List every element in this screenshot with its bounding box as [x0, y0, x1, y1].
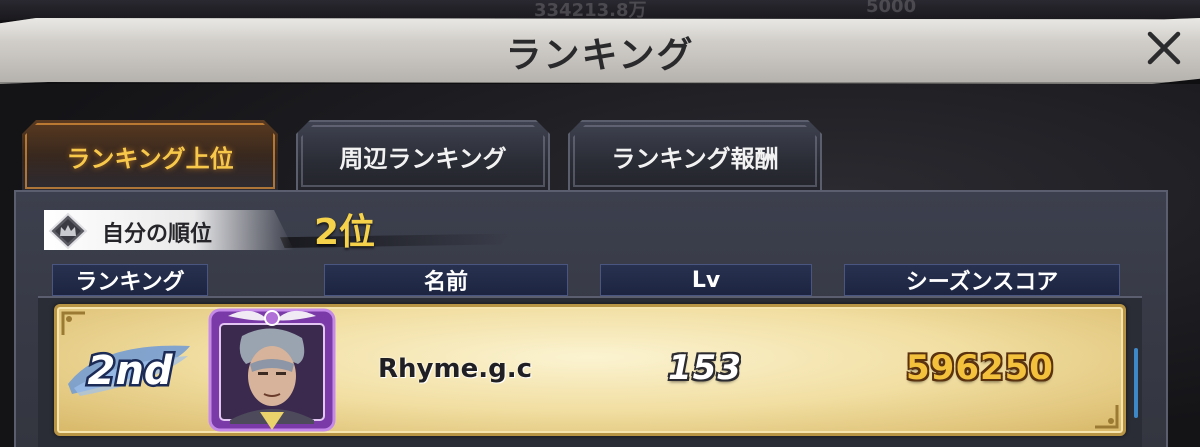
- close-button[interactable]: [1138, 22, 1190, 74]
- player-name: Rhyme.g.c: [378, 354, 532, 384]
- close-icon: [1147, 31, 1181, 65]
- tab-ranking-rewards-label: ランキング報酬: [611, 144, 779, 173]
- column-header-level: Lv: [600, 264, 812, 296]
- player-score: 596250: [906, 348, 1054, 388]
- column-header-score: シーズンスコア: [844, 264, 1120, 296]
- my-rank-value: 2位: [314, 212, 376, 253]
- background-value-text: 5000: [866, 0, 917, 17]
- corner-ornament-icon: [1095, 405, 1119, 429]
- scrollbar-thumb[interactable]: [1134, 348, 1138, 418]
- background-hud: 334213.8万 5000: [0, 0, 1200, 21]
- rank-badge: 2nd: [60, 332, 200, 402]
- page-title: ランキング: [505, 35, 695, 76]
- my-rank-label: 自分の順位: [102, 222, 213, 247]
- column-header-name: 名前: [324, 264, 568, 296]
- tab-ranking-rewards[interactable]: ランキング報酬: [568, 120, 822, 192]
- rank-badge-text: 2nd: [88, 348, 173, 394]
- column-header-rank: ランキング: [52, 264, 208, 296]
- tab-top-ranking-label: ランキング上位: [66, 144, 234, 173]
- crown-diamond-icon: [48, 212, 88, 250]
- player-level: 153: [668, 348, 742, 388]
- list-scrollbar[interactable]: [1132, 300, 1140, 447]
- character-portrait-icon[interactable]: [206, 306, 338, 434]
- tab-nearby-ranking[interactable]: 周辺ランキング: [296, 120, 550, 192]
- tab-nearby-ranking-label: 周辺ランキング: [339, 144, 507, 173]
- tab-top-ranking[interactable]: ランキング上位: [22, 120, 278, 192]
